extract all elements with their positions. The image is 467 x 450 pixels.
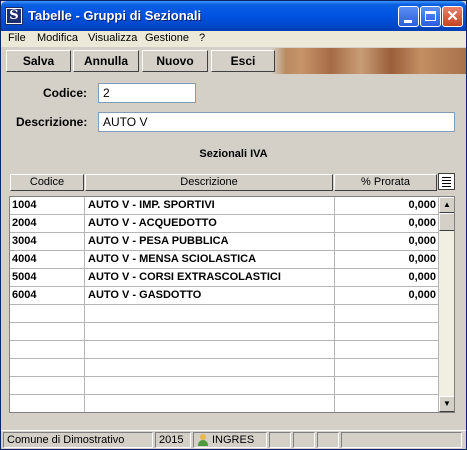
cell-prorata[interactable]: 0,000 <box>335 269 438 287</box>
cell-codice[interactable]: 6004 <box>10 287 85 305</box>
maximize-button[interactable] <box>420 6 441 27</box>
maximize-icon <box>425 11 436 21</box>
table-row[interactable] <box>10 377 438 395</box>
user-icon <box>197 434 208 446</box>
menu-modifica[interactable]: Modifica <box>37 32 78 44</box>
table-row[interactable]: 6004 AUTO V - GASDOTTO 0,000 <box>10 287 438 305</box>
app-logo-icon[interactable]: S <box>5 7 23 25</box>
menu-bar: File Modifica Visualizza Gestione ? <box>1 31 466 47</box>
scroll-down-arrow-icon[interactable]: ▼ <box>439 396 454 412</box>
cell-codice[interactable] <box>10 377 85 395</box>
table-row[interactable] <box>10 341 438 359</box>
status-panel-empty <box>269 432 291 448</box>
cell-descrizione[interactable]: AUTO V - ACQUEDOTTO <box>85 215 335 233</box>
cell-descrizione[interactable] <box>85 341 335 359</box>
annulla-button[interactable]: Annulla <box>73 50 139 72</box>
salva-button[interactable]: Salva <box>6 50 71 72</box>
cell-codice[interactable] <box>10 323 85 341</box>
cell-codice[interactable] <box>10 359 85 377</box>
cell-descrizione[interactable]: AUTO V - PESA PUBBLICA <box>85 233 335 251</box>
menu-help[interactable]: ? <box>199 32 205 44</box>
sezionali-grid[interactable]: 1004 AUTO V - IMP. SPORTIVI 0,000 2004 AUTO … <box>9 196 455 413</box>
codice-field[interactable]: 2 <box>98 83 196 103</box>
column-header-descrizione[interactable]: Descrizione <box>85 174 333 191</box>
cell-codice[interactable] <box>10 341 85 359</box>
cell-codice[interactable]: 2004 <box>10 215 85 233</box>
table-row[interactable] <box>10 395 438 412</box>
cell-prorata[interactable]: 0,000 <box>335 233 438 251</box>
descrizione-label: Descrizione: <box>16 115 88 129</box>
cell-codice[interactable]: 4004 <box>10 251 85 269</box>
window-title: Tabelle - Gruppi di Sezionali <box>28 8 202 23</box>
cell-prorata[interactable]: 0,000 <box>335 215 438 233</box>
close-icon: ✕ <box>446 8 459 25</box>
menu-visualizza[interactable]: Visualizza <box>88 32 137 44</box>
cell-prorata[interactable] <box>335 323 438 341</box>
table-row[interactable] <box>10 359 438 377</box>
cell-codice[interactable] <box>10 395 85 412</box>
status-anno: 2015 <box>155 432 191 448</box>
descrizione-field[interactable]: AUTO V <box>98 112 455 132</box>
table-row[interactable]: 4004 AUTO V - MENSA SCIOLASTICA 0,000 <box>10 251 438 269</box>
app-logo-glyph: S <box>7 9 21 23</box>
cell-prorata[interactable] <box>335 395 438 412</box>
nuovo-button[interactable]: Nuovo <box>142 50 208 72</box>
cell-codice[interactable] <box>10 305 85 323</box>
minimize-icon <box>404 20 412 23</box>
esci-button[interactable]: Esci <box>211 50 275 72</box>
section-title: Sezionali IVA <box>199 148 268 160</box>
column-header-codice[interactable]: Codice <box>10 174 84 191</box>
grid-options-icon[interactable] <box>438 173 455 190</box>
codice-label: Codice: <box>43 86 88 100</box>
status-panel-empty <box>293 432 315 448</box>
cell-descrizione[interactable]: AUTO V - IMP. SPORTIVI <box>85 197 335 215</box>
status-bar: Comune di Dimostrativo 2015 INGRES <box>1 430 466 449</box>
application-window: S Tabelle - Gruppi di Sezionali ✕ File M… <box>0 0 467 450</box>
column-header-prorata[interactable]: % Prorata <box>334 174 437 191</box>
menu-gestione[interactable]: Gestione <box>145 32 189 44</box>
cell-prorata[interactable] <box>335 359 438 377</box>
status-utente: INGRES <box>212 434 255 446</box>
table-row[interactable]: 3004 AUTO V - PESA PUBBLICA 0,000 <box>10 233 438 251</box>
minimize-button[interactable] <box>398 6 419 27</box>
table-row[interactable]: 1004 AUTO V - IMP. SPORTIVI 0,000 <box>10 197 438 215</box>
status-panel-empty <box>317 432 339 448</box>
cell-codice[interactable]: 3004 <box>10 233 85 251</box>
cell-prorata[interactable]: 0,000 <box>335 251 438 269</box>
cell-prorata[interactable]: 0,000 <box>335 197 438 215</box>
status-ente: Comune di Dimostrativo <box>3 432 153 448</box>
cell-descrizione[interactable] <box>85 395 335 412</box>
vertical-scrollbar[interactable]: ▲ ▼ <box>438 197 454 412</box>
title-bar[interactable]: S Tabelle - Gruppi di Sezionali ✕ <box>1 1 466 31</box>
menu-file[interactable]: File <box>8 32 26 44</box>
status-panel-empty <box>341 432 462 448</box>
scroll-up-arrow-icon[interactable]: ▲ <box>439 197 454 213</box>
scroll-thumb[interactable] <box>439 213 454 231</box>
status-utente-panel: INGRES <box>193 432 267 448</box>
cell-codice[interactable]: 1004 <box>10 197 85 215</box>
toolbar: Salva Annulla Nuovo Esci <box>1 48 466 74</box>
cell-descrizione[interactable]: AUTO V - CORSI EXTRASCOLASTICI <box>85 269 335 287</box>
cell-descrizione[interactable]: AUTO V - MENSA SCIOLASTICA <box>85 251 335 269</box>
cell-descrizione[interactable] <box>85 377 335 395</box>
cell-descrizione[interactable] <box>85 323 335 341</box>
table-row[interactable] <box>10 323 438 341</box>
cell-descrizione[interactable] <box>85 359 335 377</box>
cell-descrizione[interactable] <box>85 305 335 323</box>
table-row[interactable]: 2004 AUTO V - ACQUEDOTTO 0,000 <box>10 215 438 233</box>
close-button[interactable]: ✕ <box>442 6 463 27</box>
cell-codice[interactable]: 5004 <box>10 269 85 287</box>
table-row[interactable]: 5004 AUTO V - CORSI EXTRASCOLASTICI 0,000 <box>10 269 438 287</box>
cell-prorata[interactable]: 0,000 <box>335 287 438 305</box>
cell-prorata[interactable] <box>335 377 438 395</box>
table-row[interactable] <box>10 305 438 323</box>
cell-prorata[interactable] <box>335 341 438 359</box>
cell-descrizione[interactable]: AUTO V - GASDOTTO <box>85 287 335 305</box>
cell-prorata[interactable] <box>335 305 438 323</box>
